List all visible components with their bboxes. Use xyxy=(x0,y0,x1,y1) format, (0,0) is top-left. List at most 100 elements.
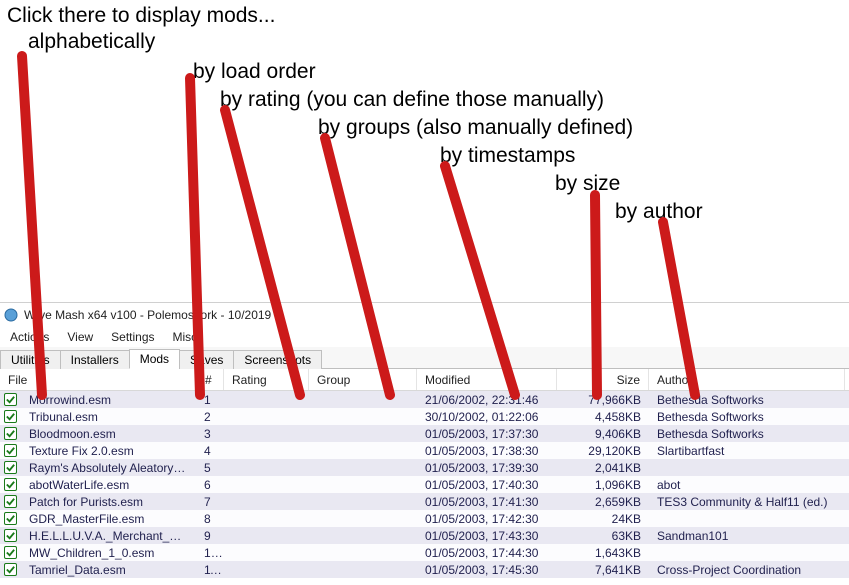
cell-number: 10 xyxy=(196,546,224,560)
row-checkbox[interactable] xyxy=(4,427,17,440)
column-header-group[interactable]: Group xyxy=(309,369,417,390)
tabs-row: Utilities Installers Mods Saves Screensh… xyxy=(0,347,849,369)
cell-modified: 01/05/2003, 17:44:30 xyxy=(417,546,557,560)
cell-file: Texture Fix 2.0.esm xyxy=(21,444,196,458)
column-header-file[interactable]: File xyxy=(0,369,197,390)
cell-number: 7 xyxy=(196,495,224,509)
row-checkbox[interactable] xyxy=(4,563,17,576)
column-header-modified[interactable]: Modified xyxy=(417,369,557,390)
tab-saves[interactable]: Saves xyxy=(179,350,234,369)
table-row[interactable]: Morrowind.esm1 21/06/2002, 22:31:4677,966… xyxy=(0,391,849,408)
cell-modified: 01/05/2003, 17:43:30 xyxy=(417,529,557,543)
menu-settings[interactable]: Settings xyxy=(103,328,162,346)
cell-author: Bethesda Softworks xyxy=(649,410,845,424)
tab-screenshots[interactable]: Screenshots xyxy=(233,350,322,369)
cell-size: 29,120KB xyxy=(557,444,649,458)
table-row[interactable]: Patch for Purists.esm7 01/05/2003, 17:41:… xyxy=(0,493,849,510)
tab-utilities[interactable]: Utilities xyxy=(0,350,61,369)
cell-number: 4 xyxy=(196,444,224,458)
row-checkbox[interactable] xyxy=(4,444,17,457)
tab-mods[interactable]: Mods xyxy=(129,349,180,369)
window-titlebar: Wrye Mash x64 v100 - Polemos fork - 10/2… xyxy=(0,303,849,327)
cell-modified: 21/06/2002, 22:31:46 xyxy=(417,393,557,407)
row-checkbox[interactable] xyxy=(4,512,17,525)
table-row[interactable]: Texture Fix 2.0.esm4 01/05/2003, 17:38:30… xyxy=(0,442,849,459)
cell-file: Tamriel_Data.esm xyxy=(21,563,196,577)
table-row[interactable]: Tamriel_Data.esm11 01/05/2003, 17:45:307,… xyxy=(0,561,849,578)
cell-file: Tribunal.esm xyxy=(21,410,196,424)
cell-size: 4,458KB xyxy=(557,410,649,424)
cell-size: 63KB xyxy=(557,529,649,543)
tab-installers[interactable]: Installers xyxy=(60,350,130,369)
cell-number: 9 xyxy=(196,529,224,543)
column-header-rating[interactable]: Rating xyxy=(224,369,309,390)
column-header-author[interactable]: Author xyxy=(649,369,845,390)
cell-file: abotWaterLife.esm xyxy=(21,478,196,492)
cell-size: 9,406KB xyxy=(557,427,649,441)
row-checkbox[interactable] xyxy=(4,393,17,406)
cell-number: 1 xyxy=(196,393,224,407)
table-row[interactable]: abotWaterLife.esm601/05/2003, 17:40:301,… xyxy=(0,476,849,493)
table-row[interactable]: MW_Children_1_0.esm10 01/05/2003, 17:44:3… xyxy=(0,544,849,561)
table-row[interactable]: Bloodmoon.esm301/05/2003, 17:37:309,406K… xyxy=(0,425,849,442)
cell-author: Sandman101 xyxy=(649,529,845,543)
cell-modified: 30/10/2002, 01:22:06 xyxy=(417,410,557,424)
table-row[interactable]: H.E.L.L.U.V.A._Merchant_Contai...9 01/05/… xyxy=(0,527,849,544)
annotation-label-time: by timestamps xyxy=(440,144,575,168)
app-window: Wrye Mash x64 v100 - Polemos fork - 10/2… xyxy=(0,302,849,585)
cell-author: Bethesda Softworks xyxy=(649,427,845,441)
menubar: Actions View Settings Misc xyxy=(0,327,849,347)
menu-view[interactable]: View xyxy=(59,328,101,346)
cell-modified: 01/05/2003, 17:38:30 xyxy=(417,444,557,458)
window-title-text: Wrye Mash x64 v100 - Polemos fork - 10/2… xyxy=(24,308,271,322)
annotation-title: Click there to display mods... xyxy=(7,4,275,28)
annotation-label-group: by groups (also manually defined) xyxy=(318,116,633,140)
row-checkbox[interactable] xyxy=(4,546,17,559)
cell-file: H.E.L.L.U.V.A._Merchant_Contai... xyxy=(21,529,196,543)
cell-number: 8 xyxy=(196,512,224,526)
column-header-number[interactable]: # xyxy=(197,369,224,390)
cell-file: MW_Children_1_0.esm xyxy=(21,546,196,560)
cell-file: Raym's Absolutely Aleatory Acc... xyxy=(21,461,196,475)
annotation-label-order: by load order xyxy=(193,60,316,84)
menu-misc[interactable]: Misc xyxy=(165,328,206,346)
cell-size: 1,096KB xyxy=(557,478,649,492)
cell-modified: 01/05/2003, 17:40:30 xyxy=(417,478,557,492)
cell-file: Patch for Purists.esm xyxy=(21,495,196,509)
app-icon xyxy=(4,308,18,322)
cell-file: Morrowind.esm xyxy=(21,393,196,407)
row-checkbox[interactable] xyxy=(4,461,17,474)
cell-author: Slartibartfast xyxy=(649,444,845,458)
row-checkbox[interactable] xyxy=(4,495,17,508)
annotation-label-author: by author xyxy=(615,200,703,224)
mods-list: Morrowind.esm1 21/06/2002, 22:31:4677,966… xyxy=(0,391,849,578)
cell-size: 24KB xyxy=(557,512,649,526)
cell-size: 2,659KB xyxy=(557,495,649,509)
row-checkbox[interactable] xyxy=(4,478,17,491)
menu-actions[interactable]: Actions xyxy=(2,328,57,346)
cell-size: 7,641KB xyxy=(557,563,649,577)
row-checkbox[interactable] xyxy=(4,529,17,542)
cell-modified: 01/05/2003, 17:45:30 xyxy=(417,563,557,577)
cell-modified: 01/05/2003, 17:39:30 xyxy=(417,461,557,475)
cell-author: TES3 Community & Half11 (ed.) xyxy=(649,495,845,509)
cell-number: 5 xyxy=(196,461,224,475)
cell-size: 77,966KB xyxy=(557,393,649,407)
table-row[interactable]: GDR_MasterFile.esm801/05/2003, 17:42:302… xyxy=(0,510,849,527)
cell-modified: 01/05/2003, 17:37:30 xyxy=(417,427,557,441)
annotation-label-file: alphabetically xyxy=(28,30,155,54)
column-header-size[interactable]: Size xyxy=(557,369,649,390)
cell-author: abot xyxy=(649,478,845,492)
cell-number: 3 xyxy=(196,427,224,441)
cell-author: Bethesda Softworks xyxy=(649,393,845,407)
cell-modified: 01/05/2003, 17:42:30 xyxy=(417,512,557,526)
cell-modified: 01/05/2003, 17:41:30 xyxy=(417,495,557,509)
row-checkbox[interactable] xyxy=(4,410,17,423)
cell-number: 11 xyxy=(196,563,224,577)
column-headers: File # Rating Group Modified Size Author xyxy=(0,369,849,391)
cell-author: Cross-Project Coordination xyxy=(649,563,845,577)
table-row[interactable]: Tribunal.esm2 30/10/2002, 01:22:064,458KB… xyxy=(0,408,849,425)
cell-number: 2 xyxy=(196,410,224,424)
table-row[interactable]: Raym's Absolutely Aleatory Acc...5 01/05/… xyxy=(0,459,849,476)
annotation-label-rating: by rating (you can define those manually… xyxy=(220,88,604,112)
